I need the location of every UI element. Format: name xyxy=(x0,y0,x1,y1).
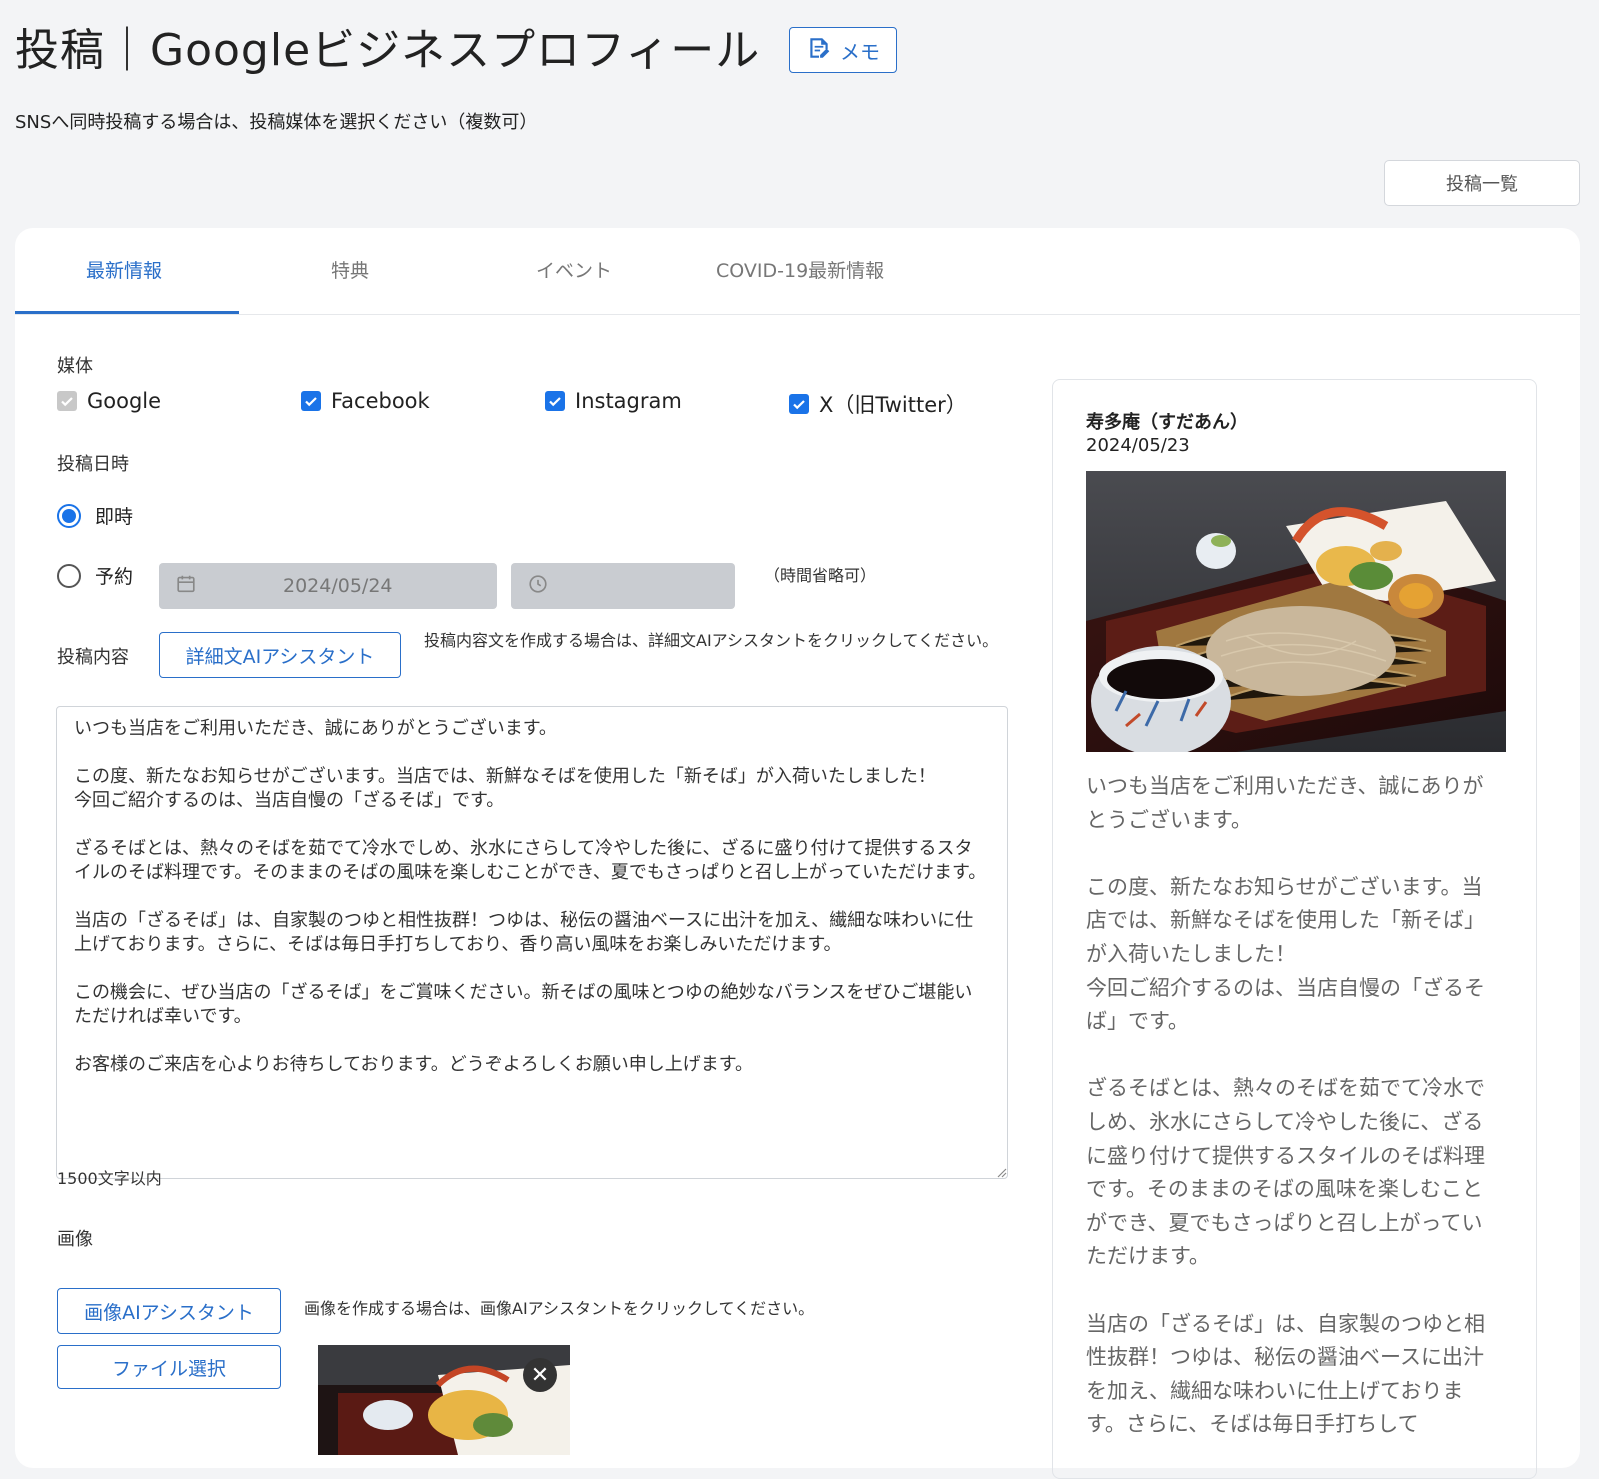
memo-label: メモ xyxy=(840,39,880,64)
checkbox-checked-icon xyxy=(57,391,77,411)
checkbox-label: Google xyxy=(87,389,162,413)
preview-date: 2024/05/23 xyxy=(1086,435,1190,456)
schedule-label: 投稿日時 xyxy=(57,454,129,475)
remove-image-button[interactable]: ✕ xyxy=(523,1358,557,1392)
preview-text: いつも当店をご利用いただき、誠にありがとうございます。 この度、新たなお知らせが… xyxy=(1086,774,1485,1437)
tab-event[interactable]: イベント xyxy=(536,256,612,283)
checkbox-instagram[interactable]: Instagram xyxy=(545,389,682,413)
radio-selected-icon xyxy=(57,503,81,528)
checkbox-label: X（旧Twitter） xyxy=(819,393,967,417)
date-input[interactable]: 2024/05/24 xyxy=(159,563,497,609)
content-hint: 投稿内容文を作成する場合は、詳細文AIアシスタントをクリックしてください。 xyxy=(424,631,999,650)
checkbox-label: Instagram xyxy=(575,389,682,413)
checkbox-facebook[interactable]: Facebook xyxy=(301,389,430,413)
post-form-card: 最新情報 特典 イベント COVID-19最新情報 媒体 Google Face… xyxy=(15,228,1580,1479)
tab-covid[interactable]: COVID-19最新情報 xyxy=(716,256,884,283)
post-preview-panel: 寿多庵（すだあん） 2024/05/23 いつも当店をご利用いただき、誠にありが… xyxy=(1052,379,1537,1479)
media-label: 媒体 xyxy=(57,356,93,377)
char-limit: 1500文字以内 xyxy=(57,1169,162,1188)
post-content-textarea[interactable]: いつも当店をご利用いただき、誠にありがとうございます。 この度、新たなお知らせが… xyxy=(56,706,1008,1179)
radio-immediate[interactable]: 即時 xyxy=(57,502,133,529)
image-ai-assistant-button[interactable]: 画像AIアシスタント xyxy=(57,1288,281,1334)
radio-reserve[interactable]: 予約 xyxy=(57,562,133,589)
subtitle: SNSへ同時投稿する場合は、投稿媒体を選択ください（複数可） xyxy=(15,112,538,133)
active-tab-indicator xyxy=(15,311,239,314)
close-icon: ✕ xyxy=(530,1362,550,1388)
checkbox-google[interactable]: Google xyxy=(57,389,161,413)
time-input[interactable] xyxy=(511,563,735,609)
radio-label: 予約 xyxy=(95,566,134,588)
file-select-button[interactable]: ファイル選択 xyxy=(57,1345,281,1389)
checkbox-checked-icon xyxy=(301,391,321,411)
tab-latest[interactable]: 最新情報 xyxy=(86,256,162,283)
content-label: 投稿内容 xyxy=(57,647,129,668)
image-hint: 画像を作成する場合は、画像AIアシスタントをクリックしてください。 xyxy=(304,1299,815,1318)
radio-label: 即時 xyxy=(95,506,134,528)
checkbox-x[interactable]: X（旧Twitter） xyxy=(789,389,967,419)
checkbox-checked-icon xyxy=(789,394,809,414)
resize-handle-icon[interactable] xyxy=(995,1166,1007,1178)
time-note: （時間省略可） xyxy=(764,566,877,585)
checkbox-checked-icon xyxy=(545,391,565,411)
calendar-icon xyxy=(175,573,197,600)
preview-store-name: 寿多庵（すだあん） xyxy=(1086,412,1248,433)
tab-offer[interactable]: 特典 xyxy=(331,256,369,283)
tab-bar: 最新情報 特典 イベント COVID-19最新情報 xyxy=(15,228,1580,315)
post-list-button[interactable]: 投稿一覧 xyxy=(1384,160,1580,206)
memo-icon xyxy=(806,35,832,66)
checkbox-label: Facebook xyxy=(331,389,430,413)
clock-icon xyxy=(527,573,549,600)
image-label: 画像 xyxy=(57,1229,93,1250)
page-title: 投稿｜Googleビジネスプロフィール xyxy=(15,25,761,76)
date-value: 2024/05/24 xyxy=(283,575,393,597)
memo-button[interactable]: メモ xyxy=(789,27,897,73)
text-ai-assistant-button[interactable]: 詳細文AIアシスタント xyxy=(159,632,401,678)
preview-image xyxy=(1086,471,1506,752)
radio-unselected-icon xyxy=(57,563,81,588)
